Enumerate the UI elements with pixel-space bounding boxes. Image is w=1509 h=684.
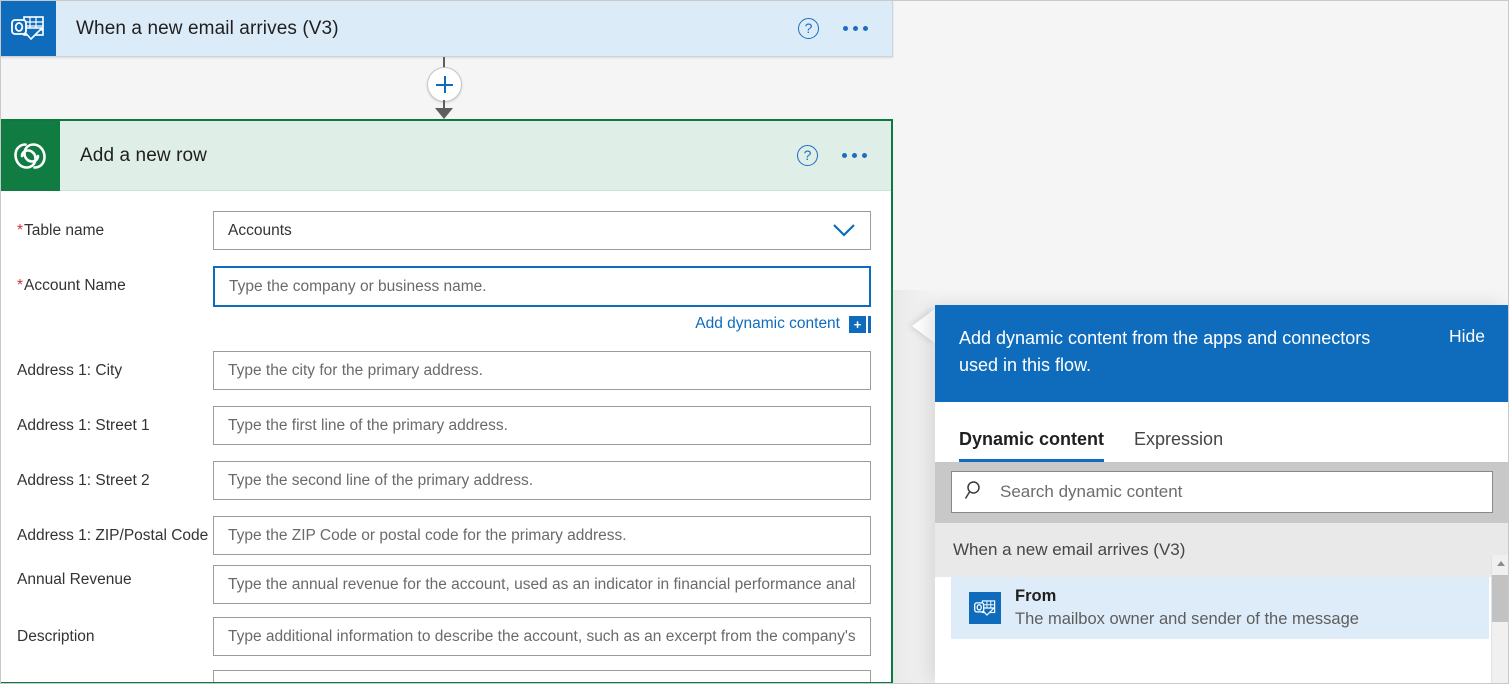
action-parameters-form: *Table name *Acc: [0, 191, 891, 684]
field-label: Address 1: Street 1: [17, 406, 213, 436]
action-card: Add a new row ? *Table name: [0, 119, 893, 684]
step-connector: [0, 57, 893, 119]
flyout-tabs: Dynamic content Expression: [935, 402, 1509, 462]
tab-dynamic-content[interactable]: Dynamic content: [959, 429, 1104, 462]
form-row-address1-street2: Address 1: Street 2: [17, 461, 869, 500]
field-label: Address 1: City: [17, 351, 213, 381]
search-icon: [964, 479, 986, 506]
description-input[interactable]: [213, 617, 871, 656]
table-name-select[interactable]: [213, 211, 871, 250]
search-dynamic-content-input[interactable]: [998, 481, 1480, 503]
dataverse-icon: [0, 121, 60, 191]
hide-flyout-button[interactable]: Hide: [1449, 325, 1485, 347]
form-row-description: Description: [17, 617, 869, 656]
trigger-title: When a new email arrives (V3): [76, 18, 798, 40]
tab-expression[interactable]: Expression: [1134, 429, 1223, 462]
field-label: Address 1: Street 2: [17, 461, 213, 491]
account-name-input[interactable]: [213, 266, 871, 307]
field-label: *Table name: [17, 211, 213, 241]
address1-street1-input[interactable]: [213, 406, 871, 445]
address1-city-input[interactable]: [213, 351, 871, 390]
outlook-icon: [0, 1, 56, 56]
more-options-icon[interactable]: [841, 20, 870, 37]
scroll-up-icon[interactable]: [1492, 555, 1509, 572]
add-dynamic-content-badge-icon[interactable]: +: [849, 316, 866, 333]
address1-street2-input[interactable]: [213, 461, 871, 500]
flyout-search-band: [935, 462, 1509, 523]
search-box[interactable]: [951, 471, 1493, 513]
dynamic-content-item-title: From: [1015, 585, 1359, 607]
add-dynamic-content-link[interactable]: Add dynamic content: [695, 315, 840, 333]
help-icon[interactable]: ?: [797, 145, 818, 166]
scrollbar-thumb[interactable]: [1492, 575, 1509, 622]
flyout-banner-text: Add dynamic content from the apps and co…: [959, 325, 1411, 379]
required-marker: *: [17, 277, 23, 294]
flow-designer-canvas: When a new email arrives (V3) ?: [0, 0, 1509, 684]
add-step-icon[interactable]: [427, 67, 462, 102]
flyout-banner: Add dynamic content from the apps and co…: [935, 305, 1509, 402]
dynamic-content-item-from[interactable]: From The mailbox owner and sender of the…: [951, 577, 1489, 639]
field-label: *Account Name: [17, 266, 213, 296]
form-row-table-name: *Table name: [17, 211, 869, 250]
field-label: Address 1: ZIP/Postal Code: [17, 516, 213, 546]
address1-zip-input[interactable]: [213, 516, 871, 555]
dynamic-content-flyout: Add dynamic content from the apps and co…: [935, 305, 1509, 684]
trigger-card[interactable]: When a new email arrives (V3) ?: [0, 0, 893, 57]
add-dynamic-content-row: Add dynamic content +: [213, 315, 871, 333]
flow-steps-column: When a new email arrives (V3) ?: [0, 0, 893, 684]
action-header-actions: ?: [797, 145, 869, 166]
help-icon[interactable]: ?: [798, 18, 819, 39]
action-card-header[interactable]: Add a new row ?: [0, 121, 891, 191]
form-row-annual-revenue: Annual Revenue: [17, 565, 869, 604]
field-label: Annual Revenue: [17, 565, 213, 590]
dynamic-content-group-header: When a new email arrives (V3): [935, 523, 1509, 577]
trigger-header-actions: ?: [798, 18, 870, 39]
form-row-address1-city: Address 1: City: [17, 351, 869, 390]
form-row-account-name: *Account Name Add dynamic content +: [17, 266, 869, 333]
dynamic-content-item-description: The mailbox owner and sender of the mess…: [1015, 607, 1359, 631]
form-row-address1-street1: Address 1: Street 1: [17, 406, 869, 445]
field-label: Main Phone: [17, 670, 213, 684]
annual-revenue-input[interactable]: [213, 565, 871, 604]
form-row-main-phone: Main Phone: [17, 670, 869, 684]
required-marker: *: [17, 222, 23, 239]
flyout-pointer-icon: [912, 308, 936, 344]
flyout-shadow: [893, 290, 937, 684]
outlook-icon: [969, 592, 1001, 624]
main-phone-input[interactable]: [213, 670, 871, 684]
more-options-icon[interactable]: [840, 147, 869, 164]
form-row-address1-zip: Address 1: ZIP/Postal Code: [17, 516, 869, 555]
field-label: Description: [17, 617, 213, 647]
text-caret: [868, 316, 871, 333]
flyout-scrollbar[interactable]: [1491, 555, 1509, 684]
connector-arrow-icon: [435, 108, 453, 119]
action-title: Add a new row: [80, 145, 797, 167]
